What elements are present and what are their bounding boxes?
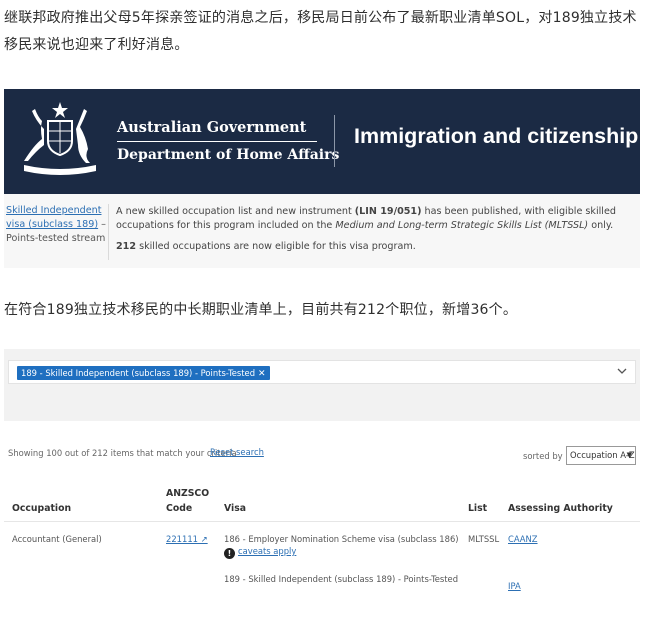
filter-panel: 189 - Skilled Independent (subclass 189)… [4, 349, 640, 421]
visa-info-panel: Skilled Independent visa (subclass 189) –… [4, 194, 640, 268]
article-paragraph-intro: 继联邦政府推出父母5年探亲签证的消息之后，移民局日前公布了最新职业清单SOL，对… [4, 10, 637, 53]
results-count: Showing 100 out of 212 items that match … [8, 448, 237, 458]
header-occupation: Occupation [12, 503, 72, 514]
cell-visa-186: 186 - Employer Nomination Scheme visa (s… [224, 534, 459, 544]
sort-label: sorted by [523, 451, 563, 461]
visa-link[interactable]: Skilled Independent visa (subclass 189) [6, 205, 102, 230]
filter-chip[interactable]: 189 - Skilled Independent (subclass 189)… [17, 366, 270, 380]
visa-filter-select[interactable]: 189 - Skilled Independent (subclass 189)… [8, 360, 636, 384]
cell-visa-189: 189 - Skilled Independent (subclass 189)… [224, 574, 459, 584]
header-list: List [468, 503, 488, 514]
occupation-list-notice: A new skilled occupation list and new in… [116, 206, 616, 231]
authority-link-caanz[interactable]: CAANZ [508, 534, 538, 544]
gov-name-divider [117, 141, 317, 142]
eligible-count-notice: 212 skilled occupations are now eligible… [116, 241, 416, 252]
alert-icon: ! [224, 548, 235, 559]
article-paragraph-summary: 在符合189独立技术移民的中长期职业清单上，目前共有212个职位，新增36个。 [4, 302, 518, 318]
anzsco-code-link[interactable]: 221111 ↗ [166, 534, 208, 544]
visa-name: Skilled Independent visa (subclass 189) –… [6, 205, 106, 244]
visa-stream: Points-tested stream [6, 233, 106, 244]
remove-filter-icon[interactable]: ✕ [258, 369, 266, 379]
reset-search-link[interactable]: Reset search [210, 447, 264, 457]
header-anzsco-code: Code [166, 503, 193, 514]
banner-divider [334, 115, 335, 167]
authority-link-ipa[interactable]: IPA [508, 581, 521, 591]
department-name: Department of Home Affairs [117, 147, 340, 163]
header-anzsco: ANZSCO [166, 488, 210, 499]
cell-list: MLTSSL [468, 534, 500, 544]
gov-name: Australian Government [117, 119, 307, 136]
gov-banner: Australian Government Department of Home… [4, 89, 640, 194]
header-visa: Visa [224, 503, 247, 514]
cell-occupation: Accountant (General) [12, 534, 102, 544]
caveat-note: ! caveats apply [224, 546, 296, 559]
caveats-link[interactable]: caveats apply [238, 546, 296, 556]
visa-divider [108, 204, 109, 260]
chevron-down-icon[interactable] [617, 366, 627, 376]
coat-of-arms-logo [24, 102, 96, 175]
table-header-divider [4, 521, 640, 522]
dropdown-arrow-icon: ▼ [626, 451, 632, 459]
header-assessing-authority: Assessing Authority [508, 503, 613, 514]
sort-select[interactable]: Occupation A-Z ▼ [566, 446, 636, 465]
site-title: Immigration and citizenship [354, 124, 639, 148]
